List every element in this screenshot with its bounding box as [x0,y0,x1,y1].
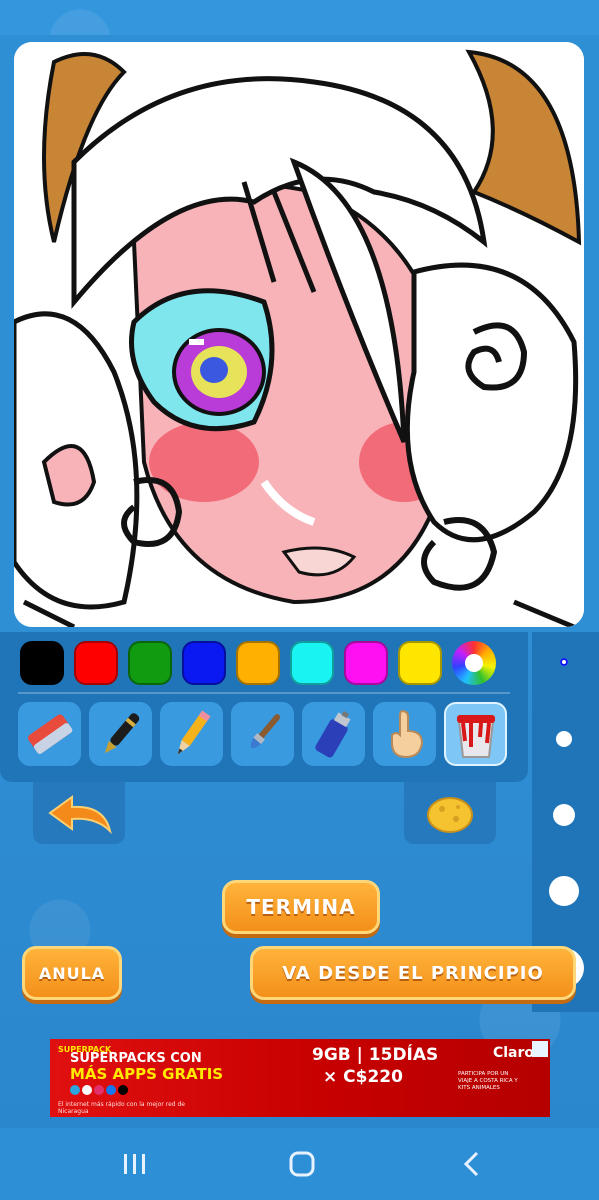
recent-apps-button[interactable] [115,1148,155,1180]
color-wheel-icon[interactable] [452,641,496,685]
finish-button[interactable]: TERMINA [222,880,380,934]
color-swatch-green[interactable] [128,641,172,685]
color-swatch-red[interactable] [74,641,118,685]
smudge-tool[interactable] [373,702,436,766]
ad-carrier-logo: Claro [492,1045,534,1061]
ad-headline: SUPERPACKS CON [70,1051,202,1066]
ad-choices-icon[interactable] [532,1041,548,1057]
pencil-icon [177,710,210,755]
size-option-large[interactable] [549,876,579,906]
home-button[interactable] [282,1148,322,1180]
sponge-button[interactable] [404,782,496,844]
undo-button[interactable] [33,782,125,844]
back-icon [463,1151,479,1177]
ad-promo-text: PARTICIPA POR UN VIAJE A COSTA RICA Y KI… [458,1071,518,1091]
ad-price: × C$220 [323,1067,403,1087]
paint-bucket-tool[interactable] [444,702,507,766]
color-swatch-black[interactable] [20,641,64,685]
eraser-icon [27,714,72,754]
undo-all-button[interactable]: ANULA [22,946,122,1000]
size-option-small[interactable] [556,731,572,747]
color-swatch-magenta[interactable] [344,641,388,685]
pen-tool[interactable] [89,702,152,766]
ad-data-offer: 9GB | 15DÍAS [312,1045,439,1065]
sponge-icon [427,797,473,833]
tool-bar [18,702,518,770]
palette-divider [18,692,510,694]
pen-icon [104,713,139,754]
size-option-medium[interactable] [553,804,575,826]
drawing-canvas[interactable] [14,42,584,627]
spray-tool[interactable] [302,702,365,766]
spray-icon [314,710,351,758]
ad-app-icons [70,1085,128,1095]
size-option-tiny[interactable] [560,658,568,666]
paint-bucket-icon [456,715,495,758]
color-swatch-blue[interactable] [182,641,226,685]
color-swatch-yellow[interactable] [398,641,442,685]
system-nav-bar [0,1128,599,1200]
eraser-tool[interactable] [18,702,81,766]
color-swatch-orange[interactable] [236,641,280,685]
restart-button[interactable]: VA DESDE EL PRINCIPIO [250,946,576,1000]
brush-tool[interactable] [231,702,294,766]
color-swatch-cyan[interactable] [290,641,334,685]
color-palette [20,638,510,688]
finger-smudge-icon [390,709,423,759]
ad-subheadline: MÁS APPS GRATIS [70,1065,224,1083]
pencil-tool[interactable] [160,702,223,766]
back-button[interactable] [452,1148,492,1180]
undo-arrow-icon [48,795,112,835]
brush-icon [250,714,280,749]
home-icon [289,1151,315,1177]
ad-banner[interactable]: SUPERPACK SUPERPACKS CON MÁS APPS GRATIS… [50,1039,550,1117]
recent-apps-icon [124,1154,145,1174]
coloring-artwork [14,42,584,627]
ad-fine-print: El internet más rápido con la mejor red … [58,1101,185,1115]
